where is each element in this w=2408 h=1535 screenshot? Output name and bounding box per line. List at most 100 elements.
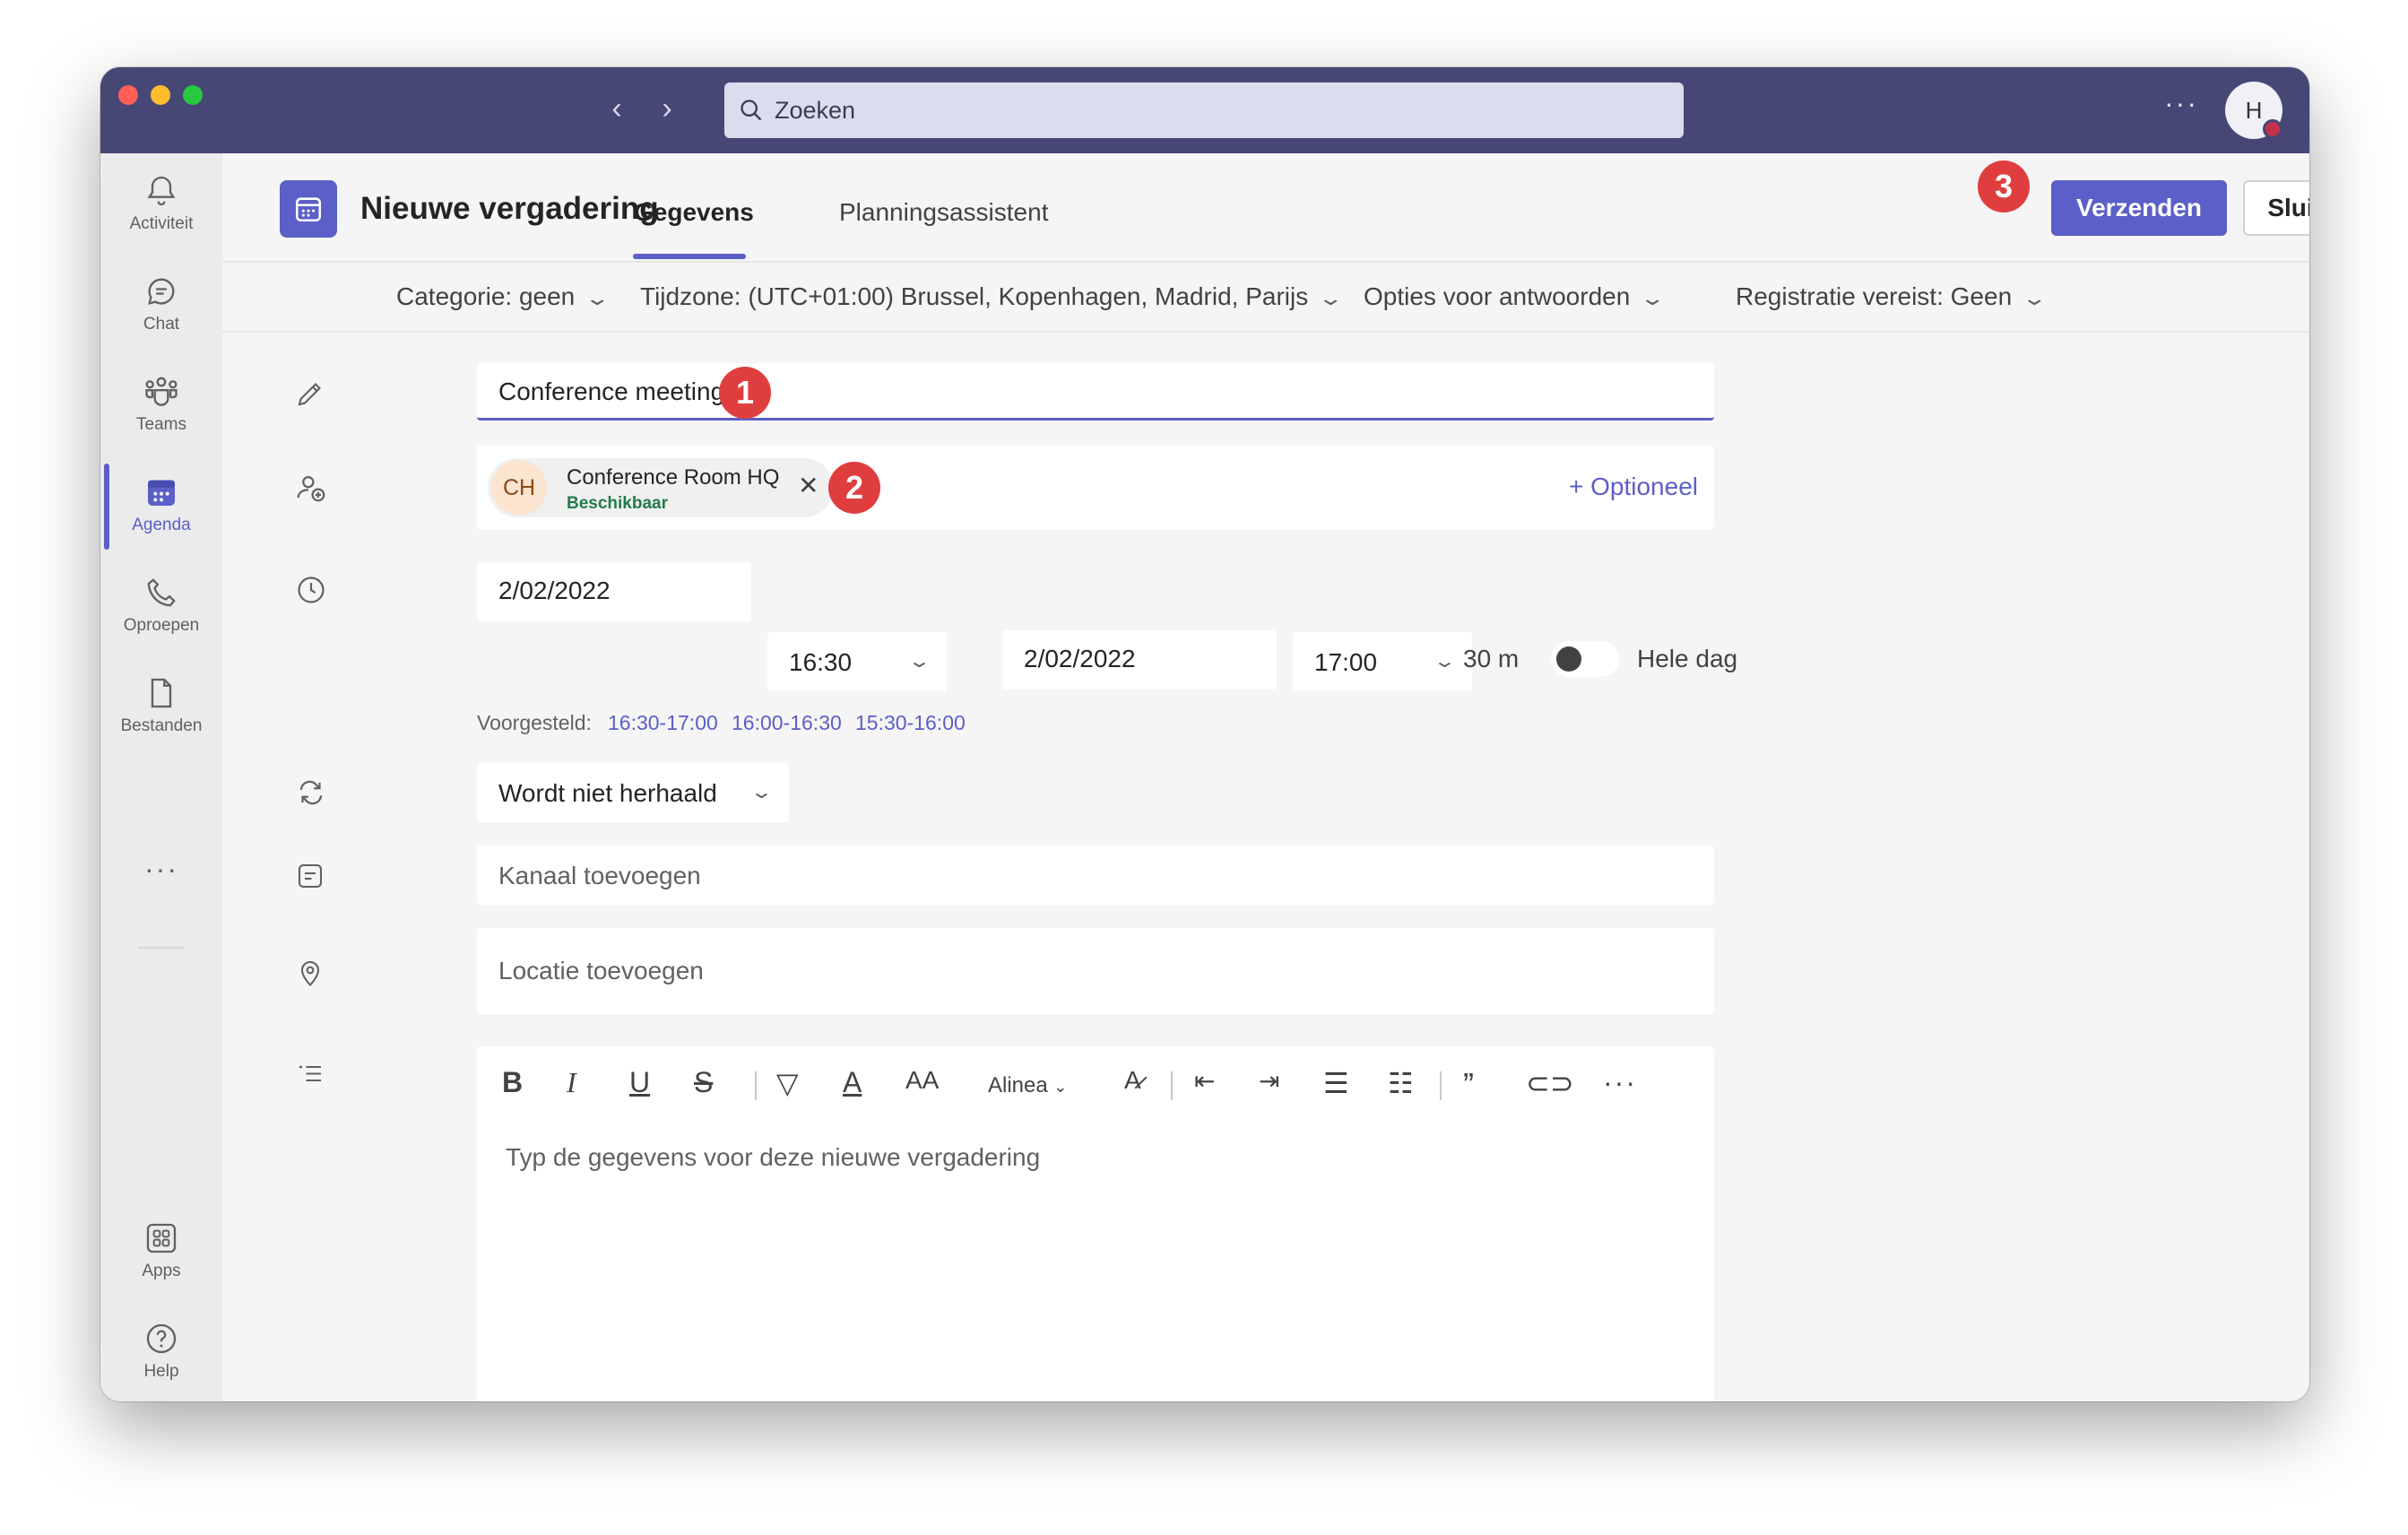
tab-scheduling-assistant[interactable]: Planningsassistent (839, 198, 1048, 227)
add-channel-input[interactable]: Kanaal toevoegen (477, 846, 1714, 905)
repeat-icon (299, 780, 323, 805)
search-icon (741, 100, 762, 121)
meeting-form: Conference meeting 1 CH Conference Room … (222, 333, 2309, 1401)
numbered-list-icon[interactable]: ☷ (1388, 1066, 1414, 1100)
calendar-icon (280, 180, 337, 238)
back-arrow-icon[interactable]: ‹ (599, 91, 635, 126)
link-icon[interactable]: ⊂⊃ (1526, 1066, 1574, 1100)
remove-attendee-icon[interactable]: ✕ (798, 471, 819, 500)
rail-label: Agenda (132, 516, 191, 534)
status-busy-indicator (2263, 119, 2282, 139)
attendees-input[interactable]: CH Conference Room HQ Beschikbaar ✕ + Op… (477, 446, 1714, 530)
reply-options-label: Opties voor antwoorden (1364, 282, 1631, 310)
start-date-input[interactable]: 2/02/2022 (477, 562, 751, 621)
registration-label: Registratie vereist: Geen (1736, 282, 2013, 310)
start-time-dropdown[interactable]: 16:30 ⌄ (767, 632, 947, 691)
help-icon (146, 1323, 177, 1354)
timezone-dropdown[interactable]: Tijdzone: (UTC+01:00) Brussel, Kopenhage… (640, 282, 1344, 311)
pencil-icon (298, 383, 321, 406)
step-badge-2: 2 (828, 462, 880, 514)
reply-options-dropdown[interactable]: Opties voor antwoorden ⌄ (1364, 282, 1666, 311)
location-icon (300, 960, 320, 986)
all-day-toggle[interactable] (1551, 641, 1619, 677)
add-location-input[interactable]: Locatie toevoegen (477, 928, 1714, 1014)
paragraph-dropdown[interactable]: Alinea ⌄ (988, 1073, 1067, 1098)
registration-dropdown[interactable]: Registratie vereist: Geen ⌄ (1736, 282, 2048, 311)
chevron-down-icon: ⌄ (1053, 1078, 1068, 1096)
strikethrough-icon[interactable]: S (694, 1066, 713, 1099)
recurrence-value: Wordt niet herhaald (498, 779, 717, 807)
rail-more-icon[interactable]: ··· (100, 853, 222, 939)
toolbar-divider (755, 1071, 757, 1100)
title-bar: ‹ › Zoeken ··· H (100, 67, 2309, 153)
calendar-icon (148, 480, 175, 506)
more-options-icon[interactable]: ··· (2164, 87, 2198, 120)
italic-icon[interactable]: I (567, 1066, 576, 1099)
quote-icon[interactable]: ” (1463, 1066, 1474, 1104)
rail-item-activity[interactable]: Activiteit (100, 166, 222, 252)
increase-indent-icon[interactable]: ⇥ (1259, 1066, 1279, 1096)
editor-placeholder: Typ de gegevens voor deze nieuwe vergade… (506, 1143, 1041, 1171)
rail-item-files[interactable]: Bestanden (100, 668, 222, 754)
close-window-button[interactable] (118, 85, 138, 105)
more-formatting-icon[interactable]: ··· (1603, 1066, 1637, 1099)
app-rail: Activiteit Chat Teams Agenda Oproepen Be… (100, 153, 222, 1401)
clock-icon (298, 577, 325, 603)
chevron-down-icon: ⌄ (907, 652, 932, 672)
bulleted-list-icon[interactable]: ☰ (1323, 1066, 1349, 1100)
category-label: Categorie: geen (396, 282, 576, 310)
add-person-icon (297, 476, 325, 502)
tab-details[interactable]: Gegevens (634, 198, 754, 227)
rail-item-apps[interactable]: Apps (100, 1213, 222, 1299)
all-day-label: Hele dag (1637, 645, 1738, 672)
rail-label: Apps (142, 1262, 181, 1280)
maximize-window-button[interactable] (183, 85, 203, 105)
rail-item-calls[interactable]: Oproepen (100, 568, 222, 654)
suggested-time-link[interactable]: 16:00-16:30 (732, 711, 842, 735)
end-date-input[interactable]: 2/02/2022 (1002, 630, 1277, 689)
font-color-icon[interactable]: A (843, 1066, 862, 1099)
rail-item-chat[interactable]: Chat (100, 266, 222, 352)
end-date-value: 2/02/2022 (1024, 645, 1136, 672)
add-location-placeholder: Locatie toevoegen (498, 957, 704, 984)
close-button[interactable]: Sluiten (2243, 180, 2309, 236)
meeting-details-editor[interactable]: B I U S ▽ A AA Alinea ⌄ A̷ ⇤ ⇥ ☰ ☷ ” ⊂⊃ … (477, 1046, 1714, 1401)
attendee-status: Beschikbaar (567, 494, 669, 513)
meeting-options-bar: Categorie: geen ⌄ Tijdzone: (UTC+01:00) B… (222, 261, 2309, 333)
rail-item-agenda[interactable]: Agenda (100, 467, 222, 553)
category-dropdown[interactable]: Categorie: geen ⌄ (396, 282, 611, 311)
recurrence-dropdown[interactable]: Wordt niet herhaald ⌄ (477, 763, 789, 822)
chevron-down-icon: ⌄ (1639, 287, 1667, 309)
underline-icon[interactable]: U (629, 1066, 650, 1099)
bell-icon (147, 176, 176, 206)
minimize-window-button[interactable] (151, 85, 170, 105)
apps-icon (146, 1223, 177, 1253)
attendee-chip[interactable]: CH Conference Room HQ Beschikbaar ✕ (488, 458, 834, 517)
suggested-time-link[interactable]: 16:30-17:00 (608, 711, 718, 735)
font-size-icon[interactable]: AA (905, 1066, 939, 1095)
suggested-time-link[interactable]: 15:30-16:00 (855, 711, 966, 735)
forward-arrow-icon[interactable]: › (649, 91, 685, 126)
paragraph-label: Alinea (988, 1073, 1048, 1097)
step-badge-1: 1 (719, 367, 771, 419)
end-time-dropdown[interactable]: 17:00 ⌄ (1293, 632, 1472, 691)
timezone-label: Tijdzone: (UTC+01:00) Brussel, Kopenhage… (640, 282, 1309, 310)
add-optional-link[interactable]: + Optioneel (1569, 473, 1698, 501)
toolbar-divider (1440, 1071, 1442, 1100)
start-time-value: 16:30 (789, 648, 853, 676)
rail-item-help[interactable]: Help (100, 1314, 222, 1400)
meeting-title-input[interactable]: Conference meeting (477, 363, 1714, 421)
start-date-value: 2/02/2022 (498, 577, 611, 604)
clear-formatting-icon[interactable]: A̷ (1124, 1066, 1141, 1095)
channel-icon (298, 863, 323, 889)
teams-window: ‹ › Zoeken ··· H Activiteit Chat Teams A… (100, 67, 2309, 1401)
bold-icon[interactable]: B (502, 1066, 523, 1099)
highlight-icon[interactable]: ▽ (776, 1066, 799, 1100)
rail-item-teams[interactable]: Teams (100, 367, 222, 453)
decrease-indent-icon[interactable]: ⇤ (1194, 1066, 1215, 1096)
search-placeholder: Zoeken (775, 96, 856, 124)
end-time-value: 17:00 (1314, 648, 1378, 676)
search-input[interactable]: Zoeken (724, 82, 1684, 138)
attendee-avatar: CH (491, 460, 547, 516)
send-button[interactable]: Verzenden (2051, 180, 2227, 236)
